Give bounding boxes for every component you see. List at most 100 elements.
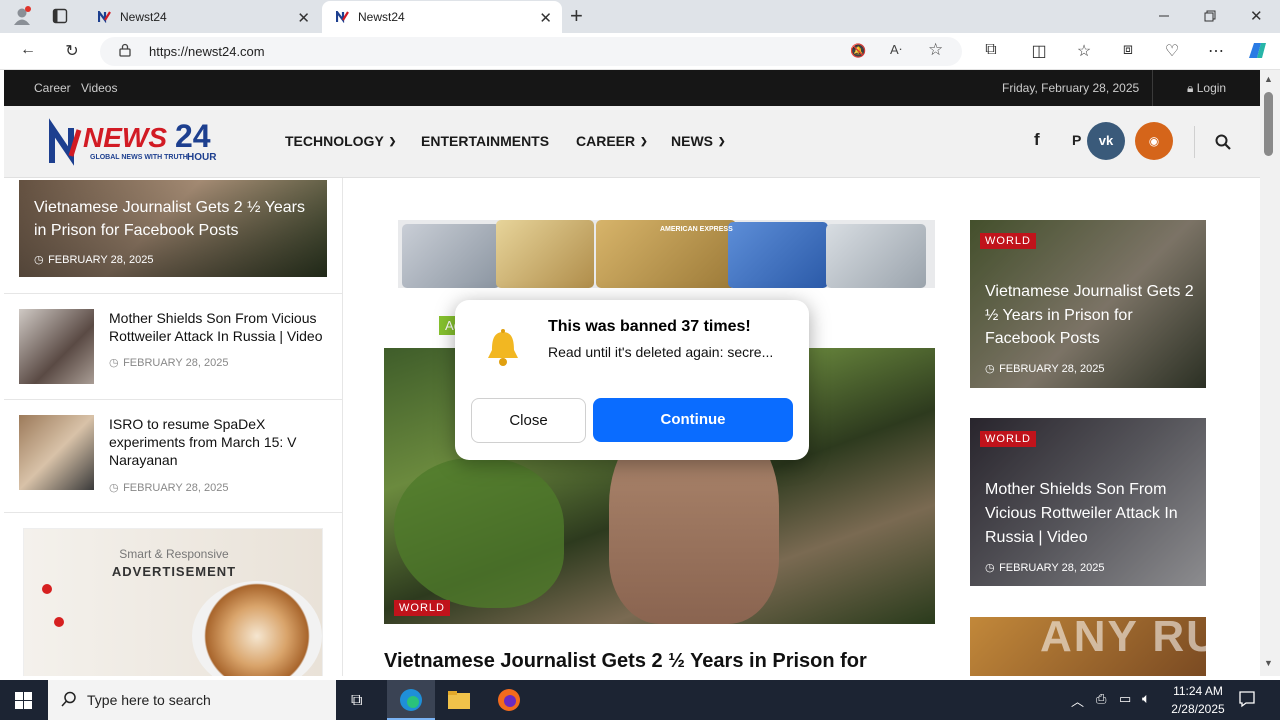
bell-icon: [483, 328, 523, 368]
sidebar-featured-title[interactable]: Vietnamese Journalist Gets 2 ½ Years in …: [34, 196, 319, 242]
site-logo[interactable]: NEWS 24 GLOBAL NEWS WITH TRUTH HOUR: [49, 116, 224, 168]
sidebar-advertisement[interactable]: Smart & Responsive ADVERTISEMENT: [23, 528, 323, 676]
topbar-link-videos[interactable]: Videos: [81, 81, 117, 95]
favorite-star-icon[interactable]: ☆: [928, 40, 943, 60]
windows-taskbar: Type here to search ⧉ ︿ ⎙ ▭ 🔈︎ 11:24 AM …: [0, 680, 1280, 720]
edge-taskbar-icon[interactable]: [387, 680, 435, 720]
category-label: WORLD: [980, 431, 1036, 447]
page-scrollbar[interactable]: ▲ ▼: [1260, 70, 1280, 676]
volume-icon[interactable]: 🔈︎: [1142, 690, 1150, 707]
list-item[interactable]: ISRO to resume SpaDeX experiments from M…: [19, 415, 329, 494]
sidebar-divider: [4, 399, 342, 400]
date-label: FEBRUARY 28, 2025: [999, 562, 1105, 574]
extensions-icon[interactable]: ⧉: [980, 41, 1002, 59]
list-item-title[interactable]: Mother Shields Son From Vicious Rottweil…: [109, 309, 329, 345]
minimize-icon[interactable]: [1158, 8, 1170, 20]
chevron-down-icon: ❯: [640, 136, 648, 146]
card-category-badge[interactable]: WORLD: [980, 429, 1036, 447]
performance-icon[interactable]: ♡: [1161, 41, 1183, 61]
read-aloud-icon[interactable]: Aᐧ: [890, 42, 902, 58]
pinterest-icon[interactable]: P: [1072, 132, 1081, 148]
amex-card: [496, 220, 594, 288]
scroll-down-icon[interactable]: ▼: [1264, 658, 1273, 668]
nav-label: TECHNOLOGY: [285, 133, 384, 149]
restore-icon[interactable]: [1204, 9, 1216, 22]
close-window-icon[interactable]: ✕: [1250, 7, 1263, 25]
scroll-up-icon[interactable]: ▲: [1264, 74, 1273, 84]
nav-divider: [1194, 126, 1195, 158]
nav-technology[interactable]: TECHNOLOGY ❯: [285, 133, 396, 149]
profile-icon[interactable]: [12, 6, 32, 26]
close-tab-icon[interactable]: ✕: [539, 9, 552, 27]
taskbar-time[interactable]: 11:24 AM: [1170, 684, 1226, 698]
card-category-badge[interactable]: WORLD: [980, 231, 1036, 249]
close-button[interactable]: Close: [471, 398, 586, 443]
topbar-link-career[interactable]: Career: [34, 81, 71, 95]
scrollbar-thumb[interactable]: [1264, 92, 1273, 156]
article-thumbnail[interactable]: [19, 415, 94, 490]
facebook-icon[interactable]: f: [1034, 130, 1040, 150]
collections-icon[interactable]: ⧈: [1117, 41, 1139, 59]
windows-start-icon[interactable]: [15, 692, 32, 709]
nav-entertainments[interactable]: ENTERTAINMENTS: [421, 133, 549, 149]
banner-advertisement[interactable]: AMERICAN EXPRESS: [398, 220, 935, 288]
lock-icon[interactable]: [119, 43, 131, 57]
clock-icon: ◷: [109, 482, 119, 494]
rss-icon[interactable]: ◉: [1135, 122, 1173, 160]
list-item[interactable]: Mother Shields Son From Vicious Rottweil…: [19, 309, 329, 385]
card-title[interactable]: Vietnamese Journalist Gets 2 ½ Years in …: [985, 280, 1199, 351]
right-card[interactable]: WORLD Mother Shields Son From Vicious Ro…: [970, 418, 1206, 586]
address-bar[interactable]: https://newst24.com 🔕 Aᐧ ☆: [100, 37, 962, 66]
login-link[interactable]: 🔒︎ Login: [1187, 81, 1226, 96]
notifications-blocked-icon[interactable]: 🔕: [850, 43, 866, 59]
hero-title[interactable]: Vietnamese Journalist Gets 2 ½ Years in …: [384, 650, 944, 673]
card-title[interactable]: Mother Shields Son From Vicious Rottweil…: [985, 478, 1199, 550]
nav-career[interactable]: CAREER ❯: [576, 133, 648, 149]
favorites-icon[interactable]: ☆: [1073, 41, 1095, 61]
url-text: https://newst24.com: [149, 44, 265, 59]
amex-card-label: AMERICAN EXPRESS: [660, 226, 733, 233]
close-tab-icon[interactable]: ✕: [297, 9, 310, 27]
ad-line-1: Smart & Responsive: [119, 547, 229, 561]
tab-newst24-1[interactable]: Newst24 ✕: [84, 1, 320, 33]
berry-decoration: [54, 617, 64, 627]
notification-center-icon[interactable]: [1238, 690, 1256, 708]
date-label: FEBRUARY 28, 2025: [48, 254, 154, 266]
tray-chevron-up-icon[interactable]: ︿: [1071, 691, 1084, 710]
newst24-favicon-icon: [97, 8, 111, 24]
tab-newst24-2[interactable]: Newst24 ✕: [322, 1, 562, 33]
network-icon[interactable]: ▭: [1119, 691, 1131, 707]
sidebar: Vietnamese Journalist Gets 2 ½ Years in …: [4, 178, 343, 676]
tab-actions-icon[interactable]: [52, 8, 68, 24]
browser-tab-bar: Newst24 ✕ Newst24 ✕ + ✕: [0, 0, 1280, 33]
card-date: ◷ FEBRUARY 28, 2025: [985, 558, 1104, 576]
hero-category-badge[interactable]: WORLD: [394, 598, 450, 616]
nav-news[interactable]: NEWS ❯: [671, 133, 726, 149]
list-item-title[interactable]: ISRO to resume SpaDeX experiments from M…: [109, 415, 329, 469]
chevron-down-icon: ❯: [388, 136, 397, 146]
search-icon[interactable]: [1215, 134, 1231, 150]
right-card[interactable]: WORLD Vietnamese Journalist Gets 2 ½ Yea…: [970, 220, 1206, 388]
taskbar-date[interactable]: 2/28/2025: [1166, 702, 1230, 716]
new-tab-button[interactable]: +: [570, 3, 583, 29]
vk-icon[interactable]: vk: [1087, 122, 1125, 160]
anyrun-watermark: ANY RUN: [1040, 612, 1254, 661]
file-explorer-icon[interactable]: [447, 690, 471, 710]
continue-button[interactable]: Continue: [593, 398, 793, 442]
split-screen-icon[interactable]: ◫: [1028, 41, 1050, 61]
firefox-icon[interactable]: [497, 688, 521, 712]
popup-title: This was banned 37 times!: [548, 318, 751, 335]
refresh-icon[interactable]: ↻: [61, 41, 83, 61]
article-thumbnail[interactable]: [19, 309, 94, 384]
copilot-icon[interactable]: [1245, 40, 1269, 62]
back-icon[interactable]: ←: [17, 41, 39, 59]
tray-device-icon[interactable]: ⎙: [1096, 691, 1106, 707]
task-view-icon[interactable]: ⧉: [351, 692, 362, 710]
more-menu-icon[interactable]: ⋯: [1205, 41, 1227, 61]
coffee-cup-image: [192, 581, 322, 676]
sidebar-featured-card[interactable]: Vietnamese Journalist Gets 2 ½ Years in …: [19, 180, 327, 277]
category-label: WORLD: [394, 600, 450, 616]
topbar-date: Friday, February 28, 2025: [1002, 81, 1140, 95]
taskbar-search-box[interactable]: Type here to search: [48, 680, 336, 720]
nav-label: NEWS: [671, 133, 713, 149]
